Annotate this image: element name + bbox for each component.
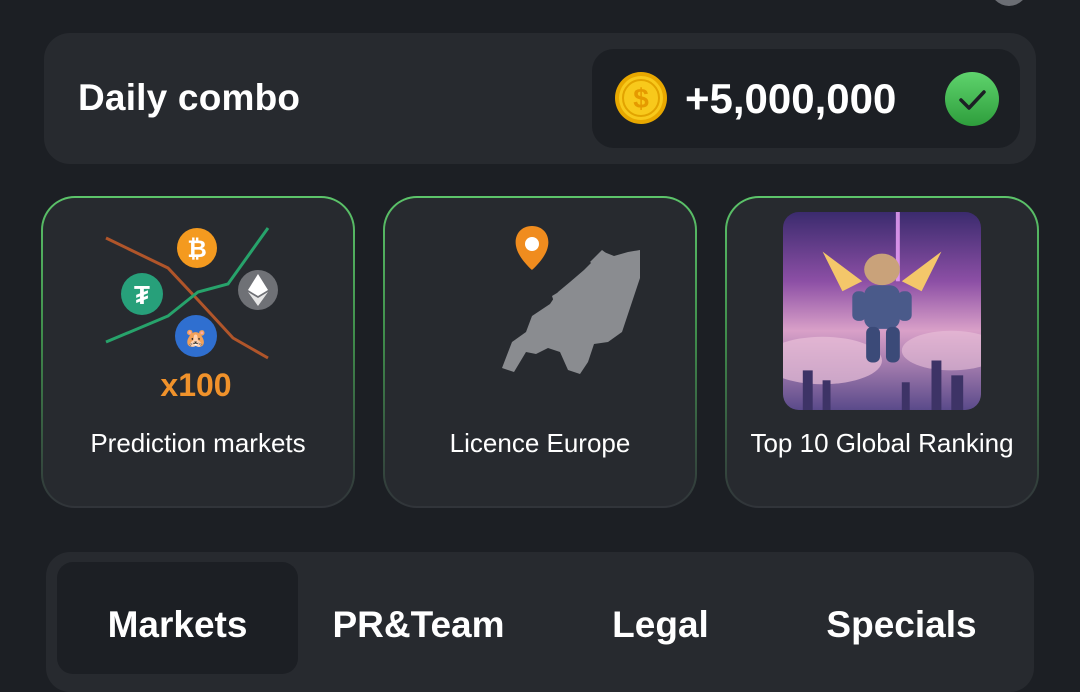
check-icon bbox=[945, 72, 999, 126]
profile-avatar-edge[interactable] bbox=[990, 0, 1028, 6]
card-top-10-global-ranking[interactable]: Top 10 Global Ranking bbox=[725, 196, 1039, 508]
svg-text:$: $ bbox=[633, 83, 649, 114]
daily-combo-title: Daily combo bbox=[78, 77, 301, 118]
coin-icon: $ bbox=[615, 72, 667, 124]
hamster-astronaut-image bbox=[783, 212, 981, 410]
svg-text:₿: ₿ bbox=[187, 236, 207, 263]
reward-amount: +5,000,000 bbox=[685, 75, 897, 122]
tab-pr-team[interactable]: PR&Team bbox=[298, 562, 539, 674]
daily-combo-reward: $ +5,000,000 bbox=[592, 49, 1020, 148]
europe-map-icon bbox=[502, 226, 640, 374]
card-licence-europe[interactable]: Licence Europe bbox=[383, 196, 697, 508]
multiplier-badge: x100 bbox=[160, 367, 231, 403]
tab-markets[interactable]: Markets bbox=[57, 562, 298, 674]
svg-text:₮: ₮ bbox=[134, 280, 150, 310]
card-prediction-markets[interactable]: ₿ ₮ 🐹 x100 Prediction markets bbox=[41, 196, 355, 508]
daily-combo-bar: Daily combo $ +5,000,000 bbox=[44, 33, 1036, 164]
tab-specials[interactable]: Specials bbox=[781, 562, 1022, 674]
svg-text:🐹: 🐹 bbox=[185, 328, 207, 349]
category-tabs: Markets PR&Team Legal Specials bbox=[46, 552, 1034, 692]
card-label-licence-europe: Licence Europe bbox=[449, 428, 631, 458]
tab-legal[interactable]: Legal bbox=[540, 562, 781, 674]
card-label-top-10-global-ranking: Top 10 Global Ranking bbox=[750, 428, 1014, 458]
card-label-prediction-markets: Prediction markets bbox=[90, 428, 306, 458]
prediction-markets-icon: ₿ ₮ 🐹 x100 bbox=[105, 227, 278, 403]
